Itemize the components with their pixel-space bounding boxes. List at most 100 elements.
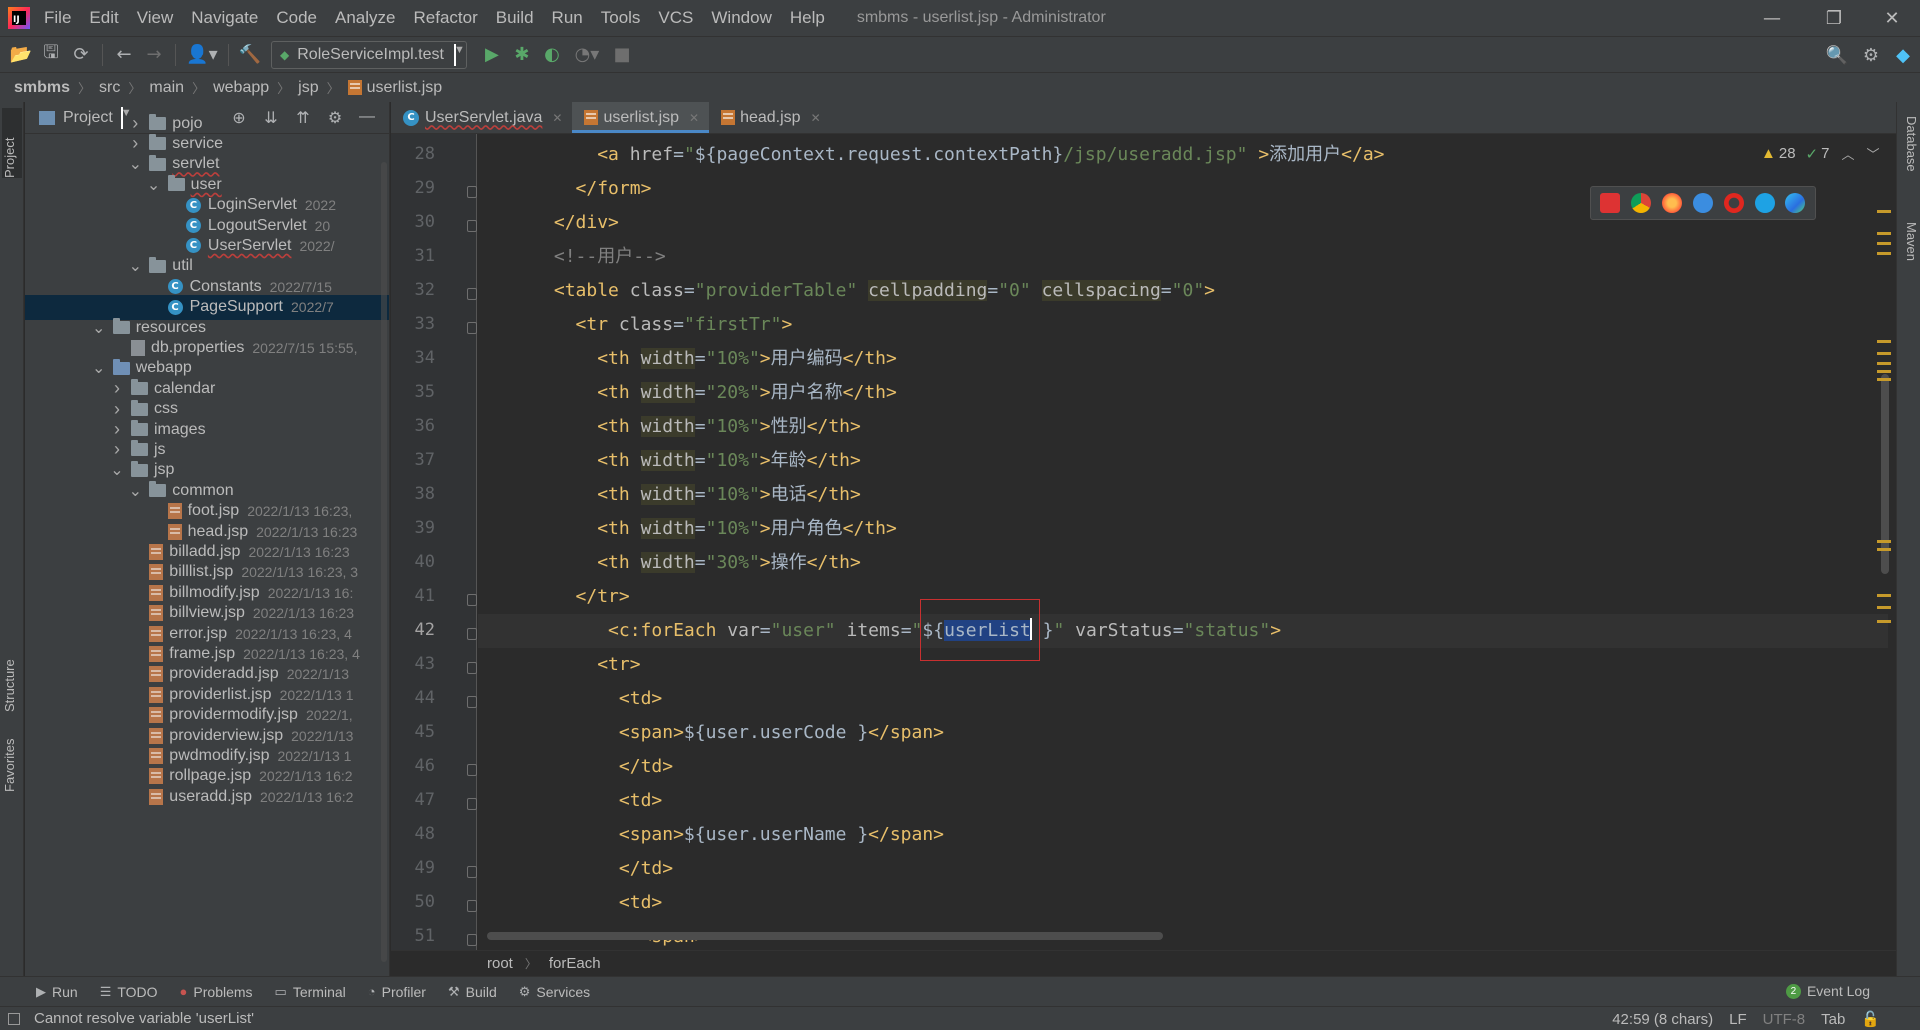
menu-vcs[interactable]: VCS <box>658 8 693 28</box>
code-line[interactable]: <table class="providerTable" cellpadding… <box>478 274 1888 308</box>
back-icon[interactable]: ← <box>109 41 139 69</box>
fold-marker-icon[interactable] <box>467 186 477 198</box>
breadcrumb-jsp[interactable]: jsp <box>298 79 318 97</box>
edge-icon[interactable] <box>1785 193 1806 213</box>
fold-marker-icon[interactable] <box>467 900 477 912</box>
code-line[interactable]: </td> <box>478 852 1888 886</box>
error-stripe-marker[interactable] <box>1877 352 1891 355</box>
error-stripe-marker[interactable] <box>1877 378 1891 381</box>
line-number[interactable]: 33 <box>391 314 435 334</box>
code-line[interactable]: <td> <box>478 886 1888 920</box>
readonly-lock-icon[interactable]: 🔓 <box>1861 1010 1880 1028</box>
tree-item[interactable]: useradd.jsp 2022/1/13 16:2 <box>25 784 389 809</box>
run-icon[interactable]: ▶ <box>477 41 507 69</box>
code-line[interactable]: <th width="10%">电话</th> <box>478 478 1888 512</box>
line-number[interactable]: 35 <box>391 382 435 402</box>
safari-icon[interactable] <box>1692 193 1713 213</box>
breadcrumb-src[interactable]: src <box>99 79 120 97</box>
fold-marker-icon[interactable] <box>467 662 477 674</box>
indent-setting[interactable]: Tab <box>1821 1011 1845 1028</box>
editor-vertical-scrollbar[interactable] <box>1881 374 1889 574</box>
caret-position[interactable]: 42:59 (8 chars) <box>1612 1011 1713 1028</box>
inspection-widget[interactable]: ▲ 28 ✓ 7 ︿ ﹀ <box>1761 144 1880 163</box>
editor-horizontal-scrollbar[interactable] <box>487 932 1163 940</box>
line-number[interactable]: 40 <box>391 552 435 572</box>
code-line[interactable]: <tr> <box>478 648 1888 682</box>
error-stripe-marker[interactable] <box>1877 242 1891 245</box>
code-line[interactable]: <th width="10%">性别</th> <box>478 410 1888 444</box>
menu-edit[interactable]: Edit <box>89 8 118 28</box>
error-stripe-marker[interactable] <box>1877 362 1891 365</box>
code-line[interactable]: <span>${user.userCode }</span> <box>478 716 1888 750</box>
maven-tool-tab[interactable]: Maven <box>1899 222 1919 282</box>
menu-run[interactable]: Run <box>552 8 583 28</box>
event-log-button[interactable]: 2 Event Log <box>1785 983 1870 999</box>
line-separator[interactable]: LF <box>1729 1011 1747 1028</box>
stop-icon[interactable]: ■ <box>607 41 637 69</box>
intellij-browser-icon[interactable] <box>1600 193 1621 213</box>
opera-icon[interactable] <box>1723 193 1744 213</box>
menu-navigate[interactable]: Navigate <box>191 8 258 28</box>
breadcrumb-webapp[interactable]: webapp <box>213 79 269 97</box>
tool-windows-icon[interactable] <box>8 1012 20 1025</box>
services-tool-button[interactable]: ⚙ Services <box>519 984 590 1000</box>
code-line[interactable]: <th width="20%">用户名称</th> <box>478 376 1888 410</box>
line-number[interactable]: 49 <box>391 858 435 878</box>
menu-analyze[interactable]: Analyze <box>335 8 395 28</box>
save-all-icon[interactable]: 🖫 <box>36 41 66 69</box>
line-number[interactable]: 43 <box>391 654 435 674</box>
build-hammer-icon[interactable]: 🔨 <box>235 41 265 69</box>
error-stripe-marker[interactable] <box>1877 548 1891 551</box>
close-window-icon[interactable]: ✕ <box>1864 0 1920 36</box>
line-number[interactable]: 34 <box>391 348 435 368</box>
line-number[interactable]: 48 <box>391 824 435 844</box>
editor-gutter[interactable]: 28 29 30 31 32 33 34 35 36 37 38 39 40 41 42 43 44 45 46 47… <box>391 134 504 950</box>
run-tool-button[interactable]: ▶ Run <box>36 984 78 1000</box>
code-line[interactable]: <th width="10%">用户角色</th> <box>478 512 1888 546</box>
code-line[interactable]: <th width="10%">年龄</th> <box>478 444 1888 478</box>
error-stripe-marker[interactable] <box>1877 540 1891 543</box>
close-tab-icon[interactable]: ✕ <box>689 111 699 125</box>
code-line[interactable]: <td> <box>478 784 1888 818</box>
code-line[interactable]: <span>${user.userName }</span> <box>478 818 1888 852</box>
fold-marker-icon[interactable] <box>467 288 477 300</box>
fold-marker-icon[interactable] <box>467 628 477 640</box>
line-number[interactable]: 31 <box>391 246 435 266</box>
line-number[interactable]: 47 <box>391 790 435 810</box>
fold-marker-icon[interactable] <box>467 594 477 606</box>
menu-code[interactable]: Code <box>276 8 317 28</box>
project-tool-tab[interactable]: Project <box>2 108 22 178</box>
fold-marker-icon[interactable] <box>467 322 477 334</box>
open-folder-icon[interactable]: 📂 <box>6 41 36 69</box>
build-tool-button[interactable]: ⚒ Build <box>448 984 497 1000</box>
structure-tool-tab[interactable]: Structure <box>2 632 22 712</box>
vcs-user-icon[interactable]: 👤▾ <box>182 41 222 69</box>
line-number[interactable]: 50 <box>391 892 435 912</box>
problems-tool-button[interactable]: ● Problems <box>180 984 253 1000</box>
line-number[interactable]: 30 <box>391 212 435 232</box>
favorites-tool-tab[interactable]: Favorites <box>2 722 22 792</box>
terminal-tool-button[interactable]: ▭ Terminal <box>275 984 346 1000</box>
fold-marker-icon[interactable] <box>467 696 477 708</box>
error-stripe-marker[interactable] <box>1877 232 1891 235</box>
code-line[interactable]: <tr class="firstTr"> <box>478 308 1888 342</box>
profile-icon[interactable]: ◔▾ <box>567 41 607 69</box>
profiler-tool-button[interactable]: ◔ Profiler <box>368 984 426 1000</box>
restore-icon[interactable]: ❐ <box>1806 0 1862 36</box>
firefox-icon[interactable] <box>1662 193 1683 213</box>
line-number[interactable]: 39 <box>391 518 435 538</box>
tab-head-jsp[interactable]: head.jsp ✕ <box>709 102 831 133</box>
forward-icon[interactable]: → <box>139 41 169 69</box>
debug-icon[interactable]: ✱ <box>507 41 537 69</box>
code-line[interactable]: </td> <box>478 750 1888 784</box>
database-tool-tab[interactable]: Database <box>1899 116 1919 196</box>
menu-view[interactable]: View <box>137 8 174 28</box>
menu-tools[interactable]: Tools <box>601 8 641 28</box>
code-line[interactable]: <td> <box>478 682 1888 716</box>
code-line[interactable]: <!--用户--> <box>478 240 1888 274</box>
chrome-icon[interactable] <box>1631 193 1652 213</box>
tab-userservlet-java[interactable]: C UserServlet.java ✕ <box>391 102 572 133</box>
menu-build[interactable]: Build <box>496 8 534 28</box>
breadcrumb-project[interactable]: smbms <box>14 79 70 97</box>
close-tab-icon[interactable]: ✕ <box>811 111 821 125</box>
